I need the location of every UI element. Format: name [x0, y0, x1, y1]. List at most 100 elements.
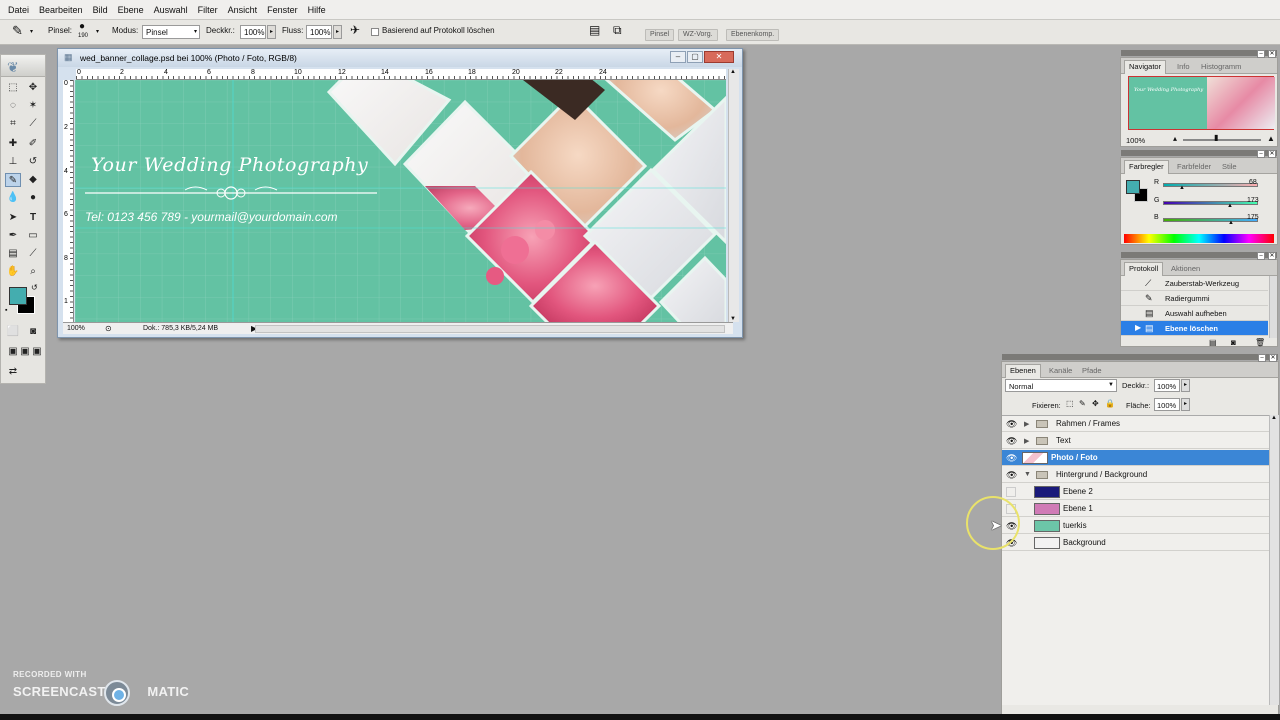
color-g-thumb-icon[interactable]: ▲ [1227, 203, 1233, 209]
tab-histogram[interactable]: Histogramm [1197, 61, 1245, 72]
crop-tool-icon[interactable]: ⌗ [5, 117, 21, 131]
scroll-up-icon[interactable]: ▲ [730, 69, 736, 75]
expand-arrow-icon[interactable]: ▶ [1024, 420, 1029, 428]
zoom-out-icon[interactable]: ▴ [1173, 134, 1177, 143]
visibility-toggle-off[interactable] [1006, 487, 1016, 497]
history-close-icon[interactable]: ✕ [1268, 252, 1276, 260]
navigator-zoom-thumb-icon[interactable]: ▮ [1214, 133, 1218, 142]
hand-tool-icon[interactable]: ✋ [5, 265, 21, 279]
lock-position-icon[interactable]: ✥ [1092, 399, 1099, 408]
shape-tool-icon[interactable]: ▭ [25, 229, 41, 243]
history-brush-tool-icon[interactable]: ↺ [25, 155, 41, 169]
path-selection-tool-icon[interactable]: ➤ [5, 211, 21, 225]
navigator-zoom-slider[interactable] [1183, 139, 1261, 141]
mode-select[interactable]: Pinsel ▾ [142, 25, 200, 39]
layer-row-frames[interactable]: 👁 ▶ Rahmen / Frames [1002, 416, 1269, 432]
ws-brush-button[interactable]: Pinsel [645, 29, 675, 41]
layer-opacity-slider-toggle[interactable]: ▸ [1181, 379, 1190, 392]
document-titlebar[interactable]: ▦ wed_banner_collage.psd bei 100% (Photo… [58, 49, 742, 67]
tab-history[interactable]: Protokoll [1124, 262, 1164, 276]
history-trash-icon[interactable]: 🗑 [1255, 338, 1265, 347]
protocol-checkbox[interactable] [371, 28, 379, 36]
history-item[interactable]: ⟋ Zauberstab-Werkzeug [1121, 276, 1268, 291]
tab-info[interactable]: Info [1173, 61, 1194, 72]
tab-navigator[interactable]: Navigator [1124, 60, 1167, 74]
layer-row-tuerkis[interactable]: 👁 tuerkis [1002, 518, 1269, 534]
flow-input[interactable]: 100% [306, 25, 332, 39]
lock-all-icon[interactable]: 🔒 [1105, 399, 1115, 408]
color-b-slider[interactable] [1163, 218, 1258, 222]
navigator-panel-grip[interactable] [1121, 50, 1277, 56]
layer-row-background-group[interactable]: 👁 ▼ Hintergrund / Background [1002, 467, 1269, 483]
healing-brush-tool-icon[interactable]: ✚ [5, 137, 21, 151]
lock-transparency-icon[interactable]: ⬚ [1066, 399, 1074, 408]
menu-bearbeiten[interactable]: Bearbeiten [34, 5, 88, 15]
menu-ansicht[interactable]: Ansicht [223, 5, 263, 15]
clone-stamp-tool-icon[interactable]: ⊥ [5, 155, 21, 169]
visibility-eye-icon[interactable]: 👁 [1006, 419, 1017, 429]
blend-mode-select[interactable]: Normal ▼ [1005, 379, 1117, 392]
layer-row-photo[interactable]: 👁 Photo / Foto [1002, 450, 1269, 466]
new-snapshot-icon[interactable]: ◙ [1231, 338, 1236, 347]
expand-arrow-icon[interactable]: ▶ [1024, 437, 1029, 445]
menu-bild[interactable]: Bild [88, 5, 113, 15]
color-b-value[interactable]: 175 [1247, 214, 1259, 221]
navigator-zoom[interactable]: 100% [1126, 136, 1145, 145]
menu-filter[interactable]: Filter [193, 5, 223, 15]
fill-slider-toggle[interactable]: ▸ [1181, 398, 1190, 411]
layer-opacity-input[interactable]: 100% [1154, 379, 1180, 392]
tab-swatches[interactable]: Farbfelder [1173, 161, 1215, 172]
slice-tool-icon[interactable]: ⟋ [25, 117, 41, 131]
opacity-input[interactable]: 100% [240, 25, 266, 39]
fill-input[interactable]: 100% [1154, 398, 1180, 411]
zoom-in-icon[interactable]: ▲ [1267, 134, 1275, 143]
imageready-icon[interactable]: ⇄ [5, 365, 21, 379]
brush-preview-icon[interactable]: ● [79, 21, 85, 32]
new-document-from-state-icon[interactable]: ▤ [1209, 338, 1217, 347]
airbrush-icon[interactable]: ✈ [350, 23, 360, 37]
bridge-icon[interactable]: ⧉ [613, 23, 622, 38]
color-foreground-swatch[interactable] [1126, 180, 1140, 194]
visibility-eye-icon[interactable]: 👁 [1006, 453, 1017, 463]
navigator-minimize-icon[interactable]: – [1257, 50, 1265, 58]
layer-row-text[interactable]: 👁 ▶ Text [1002, 433, 1269, 449]
pen-tool-icon[interactable]: ✒ [5, 229, 21, 243]
color-g-slider[interactable] [1163, 201, 1258, 205]
file-browser-icon[interactable]: ▤ [589, 23, 600, 37]
color-r-thumb-icon[interactable]: ▲ [1179, 185, 1185, 191]
minimize-icon[interactable]: – [670, 51, 686, 63]
magic-wand-tool-icon[interactable]: ✶ [25, 99, 41, 113]
color-r-slider[interactable] [1163, 183, 1258, 187]
history-item-selected[interactable]: ▶ ▤ Ebene löschen [1121, 321, 1268, 336]
tab-color[interactable]: Farbregler [1124, 160, 1169, 174]
menu-datei[interactable]: Datei [3, 5, 34, 15]
layer-row-background[interactable]: 👁 Background [1002, 535, 1269, 551]
layers-close-icon[interactable]: ✕ [1269, 354, 1277, 362]
layers-panel-grip[interactable] [1002, 354, 1278, 360]
zoom-tool-icon[interactable]: ⌕ [25, 265, 41, 279]
history-item[interactable]: ▤ Auswahl aufheben [1121, 306, 1268, 321]
vertical-ruler[interactable]: 0 2 4 6 8 1 [63, 80, 74, 322]
navigator-close-icon[interactable]: ✕ [1268, 50, 1276, 58]
layer-row-ebene-2[interactable]: Ebene 2 [1002, 484, 1269, 500]
history-minimize-icon[interactable]: – [1257, 252, 1265, 260]
marquee-tool-icon[interactable]: ⬚ [5, 81, 21, 95]
move-tool-icon[interactable]: ✥ [25, 81, 41, 95]
blur-tool-icon[interactable]: 💧 [5, 191, 21, 205]
navigator-thumbnail[interactable]: Your Wedding Photography [1128, 76, 1275, 130]
layer-row-ebene-1[interactable]: Ebene 1 [1002, 501, 1269, 517]
menu-hilfe[interactable]: Hilfe [303, 5, 331, 15]
flow-slider-toggle[interactable]: ▸ [333, 25, 342, 39]
close-icon[interactable]: ✕ [704, 51, 734, 63]
ws-layer-comps-button[interactable]: Ebenenkomp. [726, 29, 780, 41]
ws-tool-presets-button[interactable]: WZ-Vorg. [678, 29, 718, 41]
history-item[interactable]: ✎ Radiergummi [1121, 291, 1268, 306]
color-r-value[interactable]: 68 [1249, 179, 1257, 186]
color-g-value[interactable]: 173 [1247, 197, 1259, 204]
color-b-thumb-icon[interactable]: ▲ [1228, 220, 1234, 226]
horizontal-ruler[interactable]: 0 2 4 6 8 10 12 14 16 18 20 22 24 [76, 69, 726, 80]
brush-tool-icon[interactable]: ✐ [25, 137, 41, 151]
status-options-icon[interactable]: ⊙ [105, 324, 112, 333]
standard-mode-icon[interactable]: ⬜ [5, 325, 21, 339]
dodge-tool-icon[interactable]: ● [25, 191, 41, 205]
